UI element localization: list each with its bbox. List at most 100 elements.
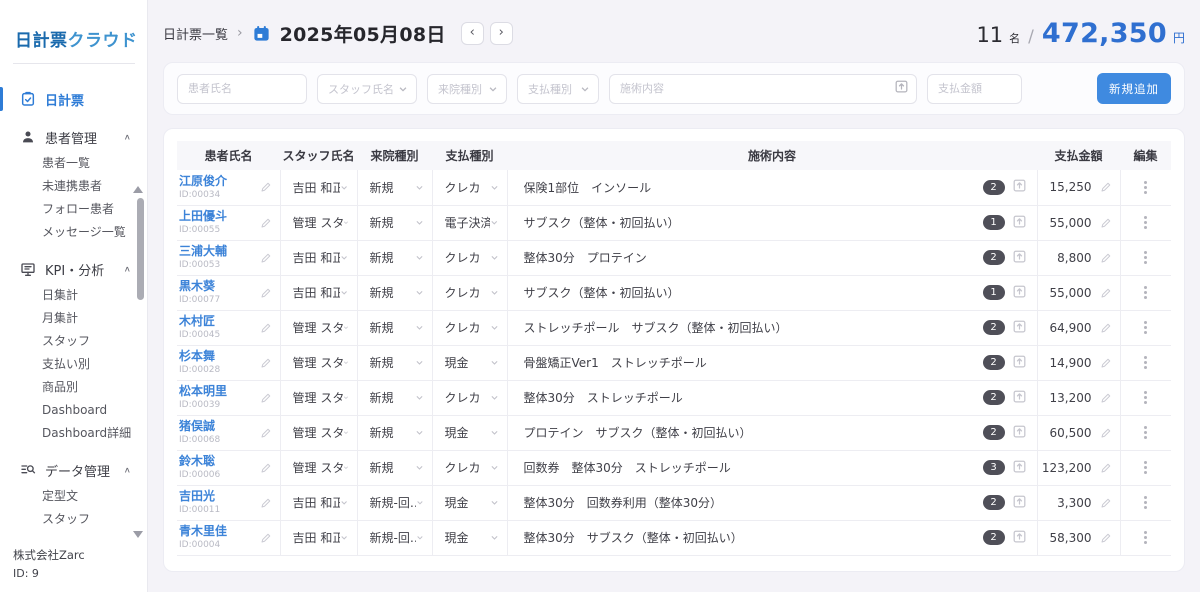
payment-type-select[interactable]: クレカ [433, 389, 507, 406]
visit-type-select[interactable]: 新規 [358, 249, 432, 266]
staff-select[interactable]: 管理 スタッフ [281, 354, 357, 371]
payment-type-select[interactable]: クレカ [433, 179, 507, 196]
export-box-icon[interactable] [1012, 178, 1027, 196]
row-menu-button[interactable] [1121, 251, 1172, 264]
row-menu-button[interactable] [1121, 216, 1172, 229]
add-new-button[interactable]: 新規追加 [1097, 73, 1171, 104]
visit-type-select[interactable]: 新規 [358, 459, 432, 476]
amount-filter-input[interactable] [927, 74, 1022, 104]
edit-pencil-icon[interactable] [1100, 427, 1112, 439]
sidebar-item-data-management[interactable]: データ管理 ∧ [0, 457, 147, 483]
row-menu-button[interactable] [1121, 531, 1172, 544]
patient-name-link[interactable]: 黒木葵 [179, 279, 215, 293]
payment-type-select[interactable]: 電子決済 [433, 214, 507, 231]
chevron-up-icon[interactable]: ∧ [124, 133, 131, 142]
payment-type-select[interactable]: クレカ [433, 459, 507, 476]
scroll-up-arrow-icon[interactable] [133, 186, 143, 193]
export-box-icon[interactable] [1012, 354, 1027, 372]
staff-select[interactable]: 管理 スタッフ [281, 424, 357, 441]
row-menu-button[interactable] [1121, 496, 1172, 509]
visit-type-select[interactable]: 新規 [358, 319, 432, 336]
sidebar-subitem[interactable]: 未連携患者 [0, 175, 147, 198]
calendar-icon[interactable] [252, 24, 271, 43]
row-menu-button[interactable] [1121, 286, 1172, 299]
edit-pencil-icon[interactable] [260, 532, 272, 544]
row-menu-button[interactable] [1121, 321, 1172, 334]
edit-pencil-icon[interactable] [1100, 462, 1112, 474]
staff-select[interactable]: 管理 スタッフ [281, 214, 357, 231]
edit-pencil-icon[interactable] [260, 392, 272, 404]
chevron-up-icon[interactable]: ∧ [124, 265, 131, 274]
sidebar-item-nikkeihyo[interactable]: 日計票 [0, 86, 147, 112]
edit-pencil-icon[interactable] [260, 322, 272, 334]
scroll-down-arrow-icon[interactable] [133, 531, 143, 538]
visit-type-select[interactable]: 新規-回… [358, 494, 432, 511]
edit-pencil-icon[interactable] [260, 252, 272, 264]
edit-pencil-icon[interactable] [1100, 287, 1112, 299]
breadcrumb-list-link[interactable]: 日計票一覧 [163, 24, 228, 43]
edit-pencil-icon[interactable] [260, 497, 272, 509]
sidebar-subitem[interactable]: メッセージ一覧 [0, 221, 147, 244]
payment-type-select[interactable]: クレカ [433, 284, 507, 301]
sidebar-subitem[interactable]: 日集計 [0, 284, 147, 307]
sidebar-scrollbar-thumb[interactable] [137, 198, 144, 300]
visit-type-filter-select[interactable]: 来院種別 [427, 74, 507, 104]
edit-pencil-icon[interactable] [1100, 252, 1112, 264]
patient-name-link[interactable]: 鈴木聡 [179, 454, 215, 468]
sidebar-subitem[interactable]: 支払い別 [0, 353, 147, 376]
visit-type-select[interactable]: 新規 [358, 354, 432, 371]
prev-day-button[interactable]: ‹ [461, 22, 484, 45]
sidebar-subitem[interactable]: Dashboard詳細 [0, 422, 147, 445]
payment-type-select[interactable]: 現金 [433, 494, 507, 511]
edit-pencil-icon[interactable] [1100, 181, 1112, 193]
patient-name-link[interactable]: 青木里佳 [179, 524, 227, 538]
patient-name-link[interactable]: 三浦大輔 [179, 244, 227, 258]
payment-type-select[interactable]: クレカ [433, 319, 507, 336]
staff-select[interactable]: 吉田 和正 [281, 249, 357, 266]
chevron-up-icon[interactable]: ∧ [124, 466, 131, 475]
export-box-icon[interactable] [894, 79, 909, 98]
row-menu-button[interactable] [1121, 356, 1172, 369]
payment-type-select[interactable]: 現金 [433, 424, 507, 441]
edit-pencil-icon[interactable] [1100, 392, 1112, 404]
export-box-icon[interactable] [1012, 424, 1027, 442]
payment-type-filter-select[interactable]: 支払種別 [517, 74, 599, 104]
export-box-icon[interactable] [1012, 459, 1027, 477]
edit-pencil-icon[interactable] [1100, 497, 1112, 509]
edit-pencil-icon[interactable] [260, 287, 272, 299]
row-menu-button[interactable] [1121, 426, 1172, 439]
export-box-icon[interactable] [1012, 529, 1027, 547]
sidebar-item-kpi-analysis[interactable]: KPI・分析 ∧ [0, 256, 147, 282]
edit-pencil-icon[interactable] [260, 462, 272, 474]
staff-name-filter-select[interactable]: スタッフ氏名 [317, 74, 417, 104]
payment-type-select[interactable]: クレカ [433, 249, 507, 266]
edit-pencil-icon[interactable] [1100, 322, 1112, 334]
row-menu-button[interactable] [1121, 461, 1172, 474]
row-menu-button[interactable] [1121, 181, 1172, 194]
patient-name-link[interactable]: 上田優斗 [179, 209, 227, 223]
sidebar-subitem[interactable]: 商品別 [0, 376, 147, 399]
export-box-icon[interactable] [1012, 389, 1027, 407]
edit-pencil-icon[interactable] [260, 427, 272, 439]
patient-name-link[interactable]: 木村匠 [179, 314, 215, 328]
visit-type-select[interactable]: 新規-回… [358, 529, 432, 546]
edit-pencil-icon[interactable] [260, 181, 272, 193]
staff-select[interactable]: 管理 スタッフ [281, 459, 357, 476]
visit-type-select[interactable]: 新規 [358, 179, 432, 196]
edit-pencil-icon[interactable] [1100, 532, 1112, 544]
treatment-filter-input[interactable] [609, 74, 917, 104]
export-box-icon[interactable] [1012, 214, 1027, 232]
edit-pencil-icon[interactable] [260, 357, 272, 369]
payment-type-select[interactable]: 現金 [433, 529, 507, 546]
staff-select[interactable]: 吉田 和正 [281, 179, 357, 196]
visit-type-select[interactable]: 新規 [358, 424, 432, 441]
patient-name-link[interactable]: 松本明里 [179, 384, 227, 398]
staff-select[interactable]: 吉田 和正 [281, 284, 357, 301]
edit-pencil-icon[interactable] [260, 217, 272, 229]
edit-pencil-icon[interactable] [1100, 357, 1112, 369]
sidebar-subitem[interactable]: 月集計 [0, 307, 147, 330]
sidebar-subitem[interactable]: 患者一覧 [0, 152, 147, 175]
export-box-icon[interactable] [1012, 249, 1027, 267]
sidebar-subitem[interactable]: 定型文 [0, 485, 147, 508]
row-menu-button[interactable] [1121, 391, 1172, 404]
